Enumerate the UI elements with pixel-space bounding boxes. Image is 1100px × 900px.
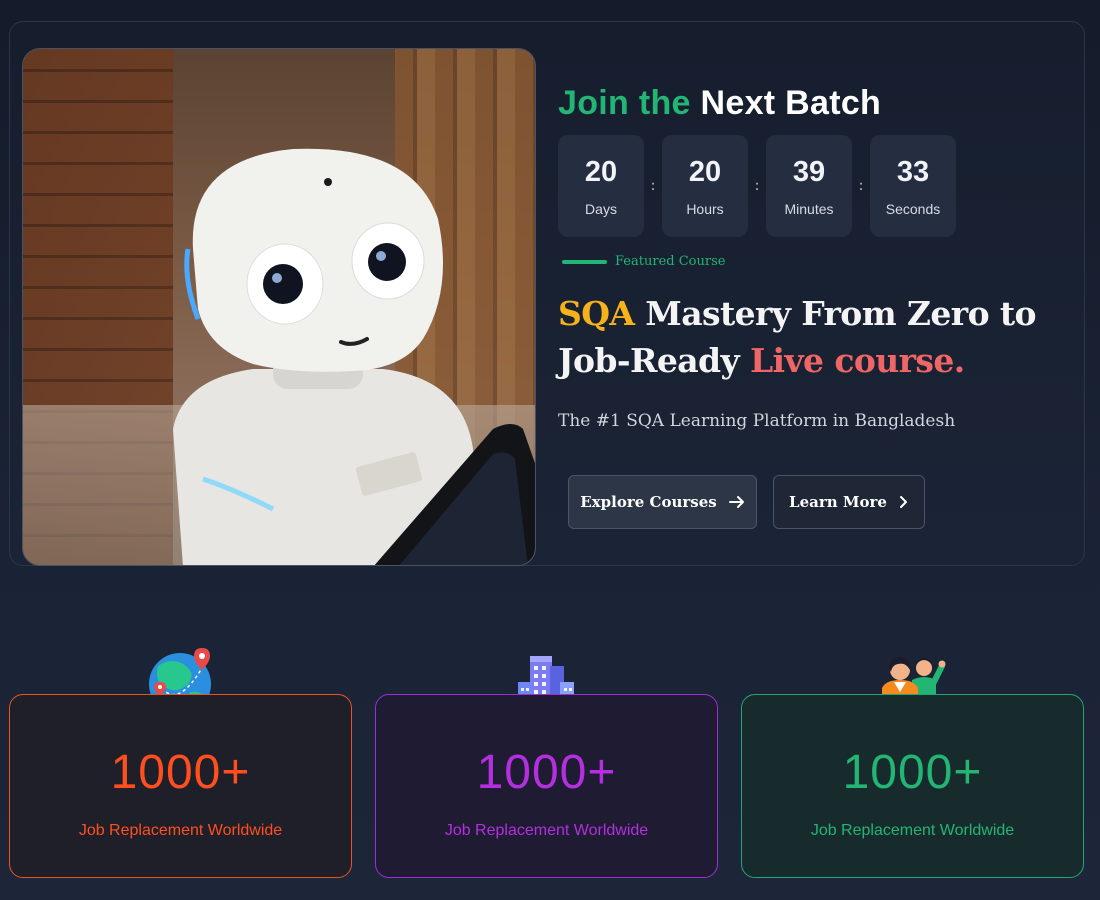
join-title-green: Join the [558, 84, 691, 122]
stat-card-purple: 1000+ Job Replacement Worldwide [375, 694, 718, 878]
countdown-days-value: 20 [584, 155, 618, 188]
countdown-seconds-label: Seconds [885, 200, 941, 217]
countdown-days: 20 Days [558, 135, 644, 237]
countdown-minutes-value: 39 [792, 155, 826, 188]
countdown-minutes: 39 Minutes [766, 135, 852, 237]
stat-label: Job Replacement Worldwide [444, 822, 649, 839]
hero-section: Join the Next Batch 20 Days : 20 Hours :… [9, 21, 1085, 566]
countdown-separator: : [754, 178, 760, 194]
robot-photo [22, 48, 536, 566]
stat-card-orange: 1000+ Job Replacement Worldwide [9, 694, 352, 878]
explore-courses-button[interactable]: Explore Courses [568, 475, 757, 529]
countdown-days-label: Days [585, 200, 617, 217]
hero-content: Join the Next Batch 20 Days : 20 Hours :… [558, 22, 1058, 565]
learn-more-label: Learn More [789, 493, 887, 511]
stat-card-green: 1000+ Job Replacement Worldwide [741, 694, 1084, 878]
countdown-seconds-value: 33 [896, 155, 930, 188]
robot-illustration [173, 148, 535, 565]
stat-label: Job Replacement Worldwide [78, 822, 283, 839]
countdown-minutes-label: Minutes [784, 200, 834, 217]
hero-subtitle: The #1 SQA Learning Platform in Banglade… [558, 411, 956, 431]
stat-value: 1000+ [842, 746, 983, 799]
countdown-separator: : [650, 178, 656, 194]
arrow-right-icon [728, 495, 745, 509]
countdown-separator: : [858, 178, 864, 194]
explore-courses-label: Explore Courses [580, 493, 717, 511]
headline-accent: Live course. [749, 341, 965, 380]
stat-value: 1000+ [110, 746, 251, 799]
countdown-hours-value: 20 [688, 155, 722, 188]
featured-course-tag: Featured Course [562, 254, 725, 269]
countdown-seconds: 33 Seconds [870, 135, 956, 237]
chevron-right-icon [899, 495, 909, 509]
course-headline: SQA Mastery From Zero to Job-Ready Live … [558, 290, 1058, 384]
headline-highlight: SQA [558, 294, 635, 333]
learn-more-button[interactable]: Learn More [773, 475, 925, 529]
countdown-timer: 20 Days : 20 Hours : 39 Minutes : 33 Sec… [558, 135, 956, 237]
stat-value: 1000+ [476, 746, 617, 799]
featured-course-label: Featured Course [615, 254, 726, 269]
countdown-hours-label: Hours [686, 200, 724, 217]
stat-label: Job Replacement Worldwide [810, 822, 1015, 839]
countdown-hours: 20 Hours [662, 135, 748, 237]
join-batch-title: Join the Next Batch [558, 84, 881, 123]
featured-bar-decoration [562, 259, 607, 264]
join-title-white: Next Batch [700, 84, 882, 122]
